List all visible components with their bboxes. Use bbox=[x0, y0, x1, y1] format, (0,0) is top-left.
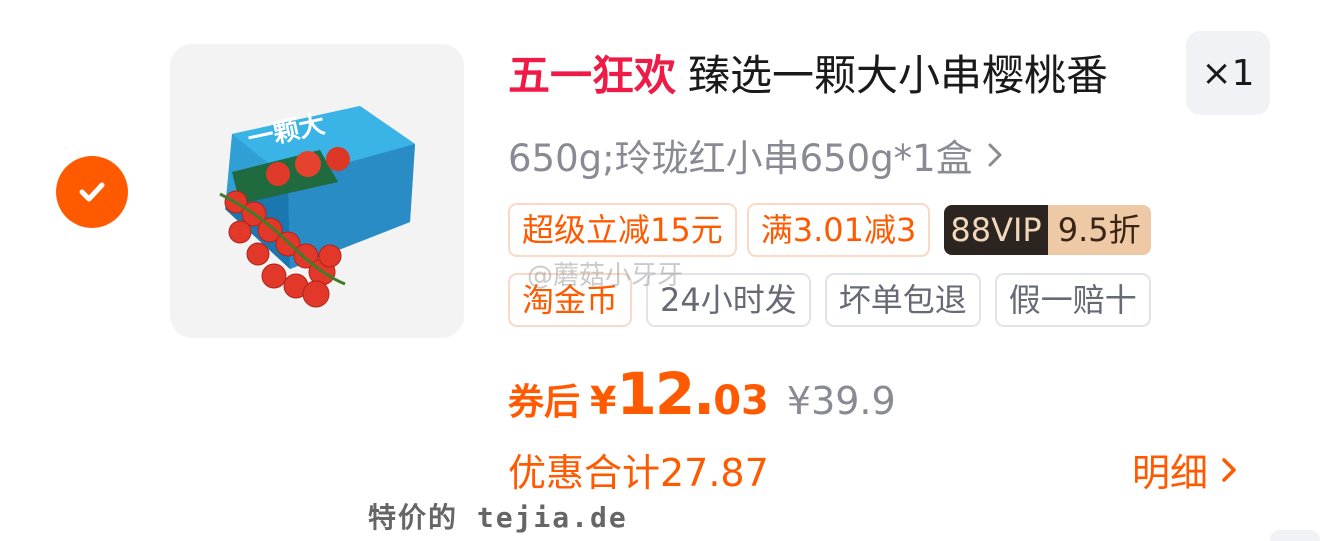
price-label: 券后 bbox=[508, 382, 581, 423]
broken-refund-tag: 坏单包退 bbox=[824, 273, 981, 327]
promo-tags: 超级立减15元 满3.01减3 88VIP 9.5折 bbox=[508, 203, 1151, 257]
product-title[interactable]: 五一狂欢 臻选一颗大小串樱桃番 bbox=[508, 50, 1168, 102]
next-item-edge bbox=[1270, 530, 1320, 541]
quantity-button[interactable]: ×1 bbox=[1186, 31, 1270, 115]
price-integer: 12. bbox=[616, 360, 715, 428]
vip-discount-badge: 88VIP 9.5折 bbox=[944, 205, 1151, 255]
chevron-right-icon bbox=[1222, 457, 1236, 482]
spec-selector[interactable]: 650g;玲珑红小串650g*1盒 bbox=[508, 128, 1003, 182]
price-decimal: 03 bbox=[713, 378, 769, 424]
site-watermark: 特价的 tejia.de bbox=[368, 501, 628, 534]
chevron-right-icon bbox=[988, 143, 1002, 167]
vip-label: 88VIP bbox=[944, 205, 1048, 255]
threshold-discount-tag: 满3.01减3 bbox=[746, 203, 931, 257]
watermark: @蘑菇小牙牙 bbox=[527, 261, 684, 291]
price-currency: ¥ bbox=[590, 379, 617, 423]
product-name: 臻选一颗大小串樱桃番 bbox=[688, 51, 1109, 100]
tomato-box-illustration: 一颗大 bbox=[219, 106, 415, 308]
original-price: ¥39.9 bbox=[786, 379, 896, 423]
check-icon bbox=[79, 182, 105, 202]
discount-total: 优惠合计27.87 bbox=[508, 451, 769, 495]
vip-discount: 9.5折 bbox=[1047, 205, 1151, 255]
detail-link[interactable]: 明细 bbox=[1132, 442, 1238, 497]
spec-text: 650g;玲珑红小串650g*1盒 bbox=[508, 137, 973, 180]
price: 券后 ¥ 12. 03 ¥39.9 bbox=[508, 360, 896, 428]
item-select-checkbox[interactable] bbox=[56, 156, 128, 228]
promo-label: 五一狂欢 bbox=[508, 51, 677, 100]
fake-compensation-tag: 假一赔十 bbox=[994, 273, 1151, 327]
product-image[interactable]: 一颗大 bbox=[170, 44, 464, 338]
instant-discount-tag: 超级立减15元 bbox=[508, 203, 737, 257]
detail-label: 明细 bbox=[1132, 451, 1209, 495]
